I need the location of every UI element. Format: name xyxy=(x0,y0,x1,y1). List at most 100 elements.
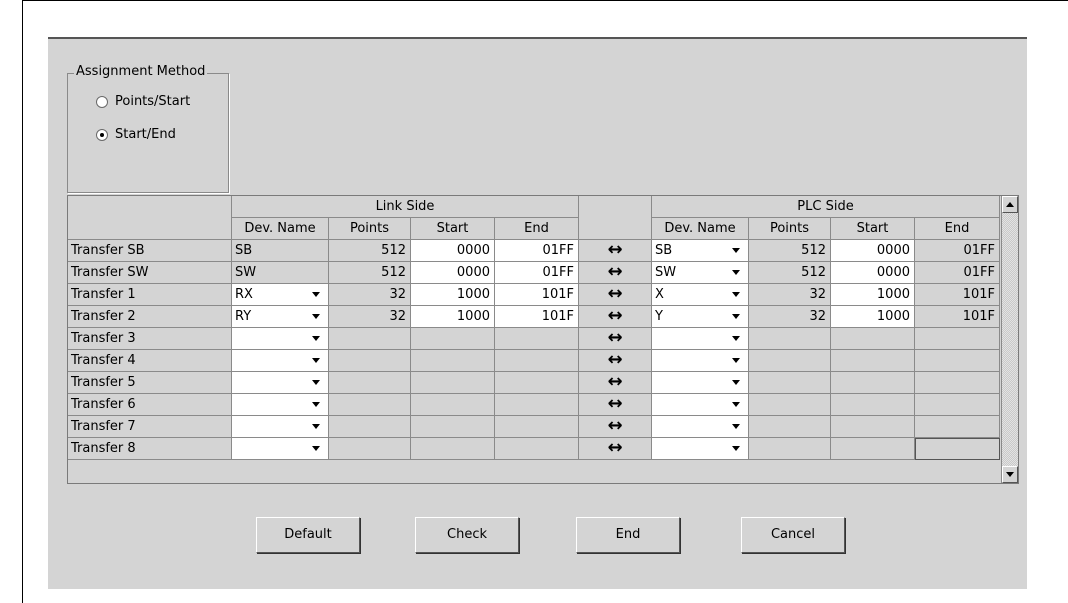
plc-dev-name-select[interactable]: X xyxy=(652,284,749,306)
link-points-cell: 32 xyxy=(329,284,411,306)
scroll-up-button[interactable] xyxy=(1002,196,1018,213)
link-points-cell xyxy=(329,394,411,416)
chevron-down-icon[interactable] xyxy=(312,380,320,385)
scroll-down-arrow-icon xyxy=(1006,472,1014,477)
link-dev-name-select[interactable] xyxy=(232,350,329,372)
link-end-input[interactable] xyxy=(495,350,579,372)
plc-end-cell: 101F xyxy=(915,306,1000,328)
chevron-down-icon[interactable] xyxy=(312,402,320,407)
transfer-settings-dialog: Assignment Method Points/Start Start/End… xyxy=(48,37,1027,589)
link-dev-name-select[interactable]: RY xyxy=(232,306,329,328)
link-end-input[interactable] xyxy=(495,328,579,350)
plc-dev-name-select[interactable] xyxy=(652,372,749,394)
radio-start-end[interactable]: Start/End xyxy=(96,127,176,142)
link-start-input[interactable] xyxy=(411,438,495,460)
arrow-cell: ↔ xyxy=(579,306,652,328)
link-points-cell: 512 xyxy=(329,240,411,262)
plc-dev-name-select[interactable] xyxy=(652,438,749,460)
chevron-down-icon[interactable] xyxy=(732,402,740,407)
cancel-button[interactable]: Cancel xyxy=(741,517,845,553)
plc-dev-name-select[interactable]: Y xyxy=(652,306,749,328)
plc-start-input[interactable] xyxy=(831,416,915,438)
link-start-input[interactable] xyxy=(411,350,495,372)
link-start-input[interactable]: 0000 xyxy=(411,240,495,262)
grid-vertical-scrollbar[interactable] xyxy=(1001,196,1018,483)
plc-start-input[interactable] xyxy=(831,394,915,416)
plc-dev-name-select[interactable] xyxy=(652,394,749,416)
link-start-input[interactable] xyxy=(411,372,495,394)
chevron-down-icon[interactable] xyxy=(312,314,320,319)
link-points-cell xyxy=(329,438,411,460)
link-start-input[interactable] xyxy=(411,416,495,438)
plc-dev-name-select[interactable]: SW xyxy=(652,262,749,284)
link-side-header: Link Side xyxy=(232,196,579,218)
radio-start-end-circle[interactable] xyxy=(96,128,108,141)
link-end-input[interactable] xyxy=(495,416,579,438)
link-dev-name-select[interactable] xyxy=(232,394,329,416)
link-dev-name-select[interactable]: RX xyxy=(232,284,329,306)
link-start-input[interactable] xyxy=(411,328,495,350)
chevron-down-icon[interactable] xyxy=(732,292,740,297)
link-start-input[interactable] xyxy=(411,394,495,416)
link-end-input[interactable] xyxy=(495,372,579,394)
chevron-down-icon[interactable] xyxy=(312,358,320,363)
chevron-down-icon[interactable] xyxy=(312,292,320,297)
default-button[interactable]: Default xyxy=(256,517,360,553)
plc-dev-name-select[interactable] xyxy=(652,416,749,438)
link-dev-name-select[interactable]: SB xyxy=(232,240,329,262)
chevron-down-icon[interactable] xyxy=(732,358,740,363)
plc-start-input[interactable] xyxy=(831,328,915,350)
plc-start-input[interactable] xyxy=(831,372,915,394)
link-dev-name-select[interactable] xyxy=(232,438,329,460)
chevron-down-icon[interactable] xyxy=(732,336,740,341)
chevron-down-icon[interactable] xyxy=(732,380,740,385)
bidirectional-arrow-icon: ↔ xyxy=(607,416,623,436)
chevron-down-icon[interactable] xyxy=(312,446,320,451)
plc-dev-name-select[interactable]: SB xyxy=(652,240,749,262)
link-end-input[interactable]: 101F xyxy=(495,306,579,328)
plc-start-input[interactable]: 1000 xyxy=(831,306,915,328)
plc-points-cell xyxy=(749,394,831,416)
link-points-cell xyxy=(329,372,411,394)
plc-start-input[interactable] xyxy=(831,438,915,460)
radio-points-start[interactable]: Points/Start xyxy=(96,94,190,109)
link-start-input[interactable]: 0000 xyxy=(411,262,495,284)
chevron-down-icon[interactable] xyxy=(312,336,320,341)
chevron-down-icon[interactable] xyxy=(732,424,740,429)
plc-start-input[interactable]: 0000 xyxy=(831,262,915,284)
check-button[interactable]: Check xyxy=(415,517,519,553)
link-start-input[interactable]: 1000 xyxy=(411,284,495,306)
end-button[interactable]: End xyxy=(576,517,680,553)
link-points-cell: 512 xyxy=(329,262,411,284)
link-end-input[interactable]: 01FF xyxy=(495,262,579,284)
plc-start-input[interactable]: 1000 xyxy=(831,284,915,306)
link-dev-name-select[interactable] xyxy=(232,416,329,438)
assignment-method-title: Assignment Method xyxy=(74,64,208,79)
scroll-down-button[interactable] xyxy=(1002,466,1018,483)
chevron-down-icon[interactable] xyxy=(732,314,740,319)
link-dev-name-select[interactable]: SW xyxy=(232,262,329,284)
plc-dev-name-select[interactable] xyxy=(652,328,749,350)
row-label: Transfer 4 xyxy=(68,350,232,372)
chevron-down-icon[interactable] xyxy=(732,270,740,275)
link-dev-name-select[interactable] xyxy=(232,328,329,350)
link-dev-name-select[interactable] xyxy=(232,372,329,394)
row-label: Transfer 5 xyxy=(68,372,232,394)
link-end-input[interactable]: 01FF xyxy=(495,240,579,262)
link-end-input[interactable] xyxy=(495,394,579,416)
chevron-down-icon[interactable] xyxy=(312,424,320,429)
scroll-up-arrow-icon xyxy=(1006,202,1014,207)
plc-dev-name-select[interactable] xyxy=(652,350,749,372)
link-end-input[interactable]: 101F xyxy=(495,284,579,306)
chevron-down-icon[interactable] xyxy=(732,248,740,253)
plc-start-input[interactable] xyxy=(831,350,915,372)
plc-end-cell xyxy=(915,372,1000,394)
link-start-input[interactable]: 1000 xyxy=(411,306,495,328)
radio-points-start-circle[interactable] xyxy=(96,95,108,108)
link-end-input[interactable] xyxy=(495,438,579,460)
plc-end-cell: 01FF xyxy=(915,262,1000,284)
chevron-down-icon[interactable] xyxy=(732,446,740,451)
row-label: Transfer SB xyxy=(68,240,232,262)
plc-start-input[interactable]: 0000 xyxy=(831,240,915,262)
link-points-cell xyxy=(329,350,411,372)
